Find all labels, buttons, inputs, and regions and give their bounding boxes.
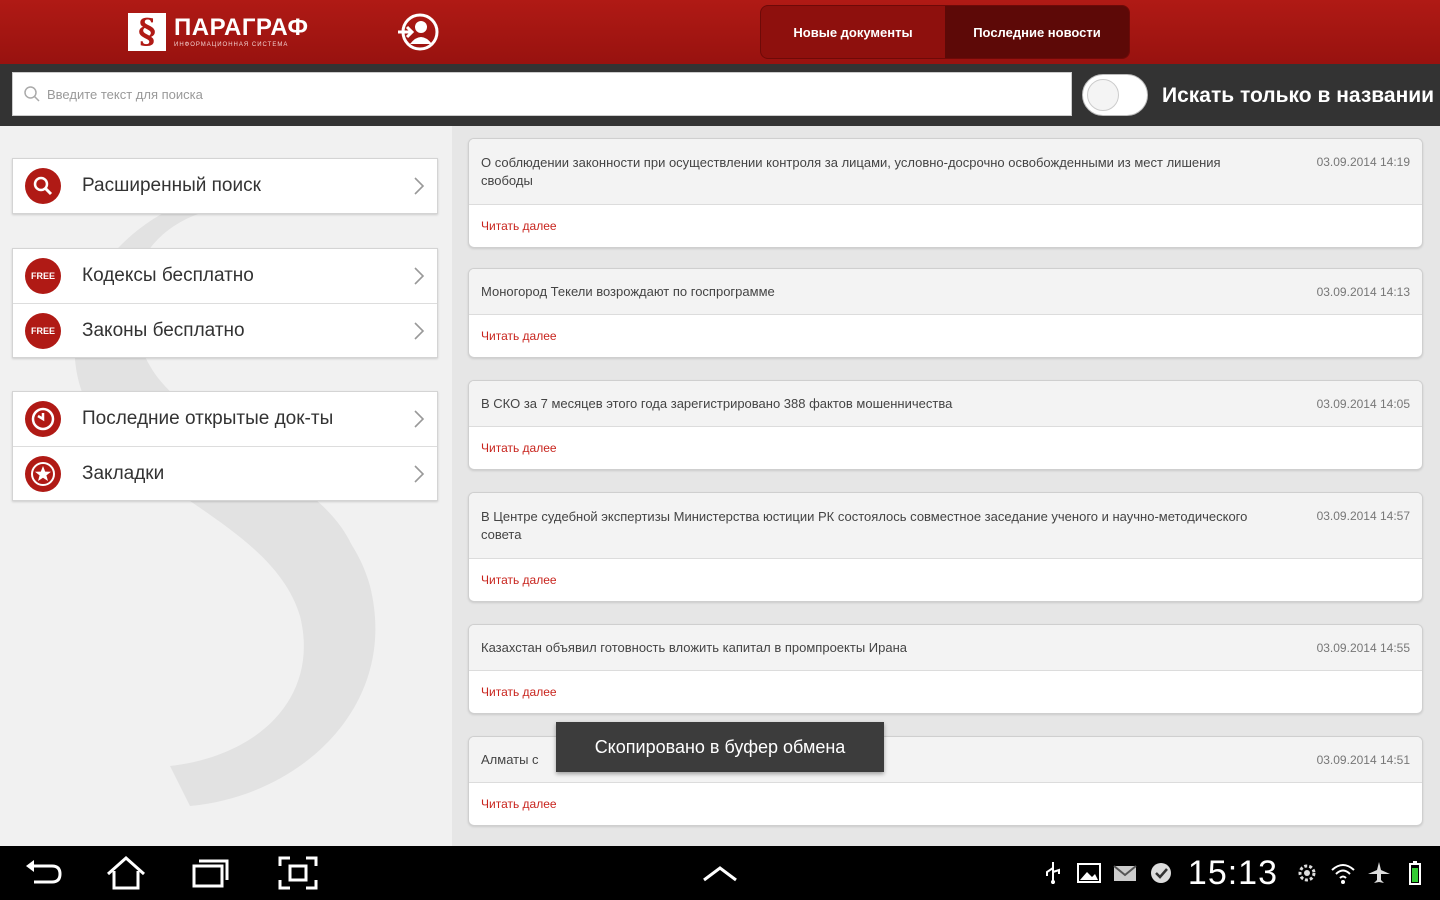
title-only-label: Искать только в названии (1162, 84, 1435, 107)
copied-toast: Скопировано в буфер обмена (556, 722, 884, 772)
logo-title: ПАРАГРАФ (174, 14, 309, 41)
news-title[interactable]: В Центре судебной экспертизы Министерств… (481, 508, 1262, 544)
menu-label-codes-free: Кодексы бесплатно (82, 265, 254, 286)
tab-latest-news[interactable]: Последние новости (945, 6, 1129, 58)
paragraph-logo: § ПАРАГРАФ ИНФОРМАЦИОННАЯ СИСТЕМА (128, 12, 309, 52)
news-title[interactable]: Казахстан объявил готовность вложить кап… (481, 639, 907, 657)
read-more-link[interactable]: Читать далее (469, 427, 1422, 469)
login-user-icon[interactable] (396, 12, 440, 52)
tab-new-documents[interactable]: Новые документы (761, 6, 945, 58)
news-date: 03.09.2014 14:57 (1316, 509, 1410, 523)
home-icon[interactable] (104, 854, 148, 892)
chevron-right-icon (414, 465, 425, 483)
menu-label-bookmarks: Закладки (82, 462, 165, 484)
system-nav-bar: 15:13 (0, 846, 1440, 900)
news-title[interactable]: О соблюдении законности при осуществлени… (481, 154, 1262, 190)
magnifier-icon (25, 168, 61, 204)
news-card[interactable]: В СКО за 7 месяцев этого года зарегистри… (468, 380, 1423, 470)
status-clock: 15:13 (1187, 853, 1278, 892)
section-sign-icon: § (128, 13, 166, 51)
airplane-icon (1368, 862, 1390, 883)
app-header: § ПАРАГРАФ ИНФОРМАЦИОННАЯ СИСТЕМА Новые … (0, 0, 1440, 64)
chat-icon (1150, 863, 1171, 883)
news-card[interactable]: Казахстан объявил готовность вложить кап… (468, 624, 1423, 714)
news-card-header: В Центре судебной экспертизы Министерств… (469, 493, 1422, 559)
battery-icon (1409, 861, 1421, 885)
chevron-right-icon (414, 410, 425, 428)
menu-item-recent-docs[interactable]: Последние открытые док-ты (13, 392, 437, 446)
back-icon[interactable] (22, 854, 66, 892)
news-card-header: Казахстан объявил готовность вложить кап… (469, 625, 1422, 671)
recent-apps-icon[interactable] (188, 854, 232, 892)
chevron-right-icon (414, 322, 425, 340)
menu-item-codes-free[interactable]: FREE Кодексы бесплатно (13, 249, 437, 303)
menu-group-free: FREE Кодексы бесплатно FREE Законы беспл… (12, 248, 438, 358)
read-more-link[interactable]: Читать далее (469, 671, 1422, 713)
menu-label-advanced-search: Расширенный поиск (82, 175, 261, 196)
read-more-link[interactable]: Читать далее (469, 559, 1422, 601)
menu-label-recent-docs: Последние открытые док-ты (82, 408, 334, 429)
news-card[interactable]: О соблюдении законности при осуществлени… (468, 138, 1423, 248)
news-card-header: В СКО за 7 месяцев этого года зарегистри… (469, 381, 1422, 427)
news-card[interactable]: В Центре судебной экспертизы Министерств… (468, 492, 1423, 602)
news-date: 03.09.2014 14:51 (1316, 753, 1410, 767)
mail-icon (1113, 865, 1137, 881)
menu-item-laws-free[interactable]: FREE Законы бесплатно (13, 303, 437, 357)
news-title[interactable]: Алматы с (481, 751, 539, 769)
news-title[interactable]: В СКО за 7 месяцев этого года зарегистри… (481, 395, 952, 413)
menu-item-bookmarks[interactable]: Закладки (13, 446, 437, 500)
image-icon (1076, 863, 1101, 883)
menu-group-history: Последние открытые док-ты Закладки (12, 391, 438, 501)
wifi-icon (1331, 864, 1355, 884)
menu-group-search: Расширенный поиск (12, 158, 438, 214)
screenshot-icon[interactable] (276, 854, 320, 892)
search-field[interactable] (12, 72, 1072, 116)
news-card[interactable]: Моногород Текели возрождают по госпрогра… (468, 268, 1423, 358)
title-only-toggle[interactable] (1082, 74, 1148, 116)
read-more-link[interactable]: Читать далее (469, 315, 1422, 357)
clock-icon (25, 401, 61, 437)
free-badge-icon: FREE (25, 258, 61, 294)
status-area[interactable]: 15:13 (1030, 854, 1428, 892)
news-title[interactable]: Моногород Текели возрождают по госпрогра… (481, 283, 775, 301)
side-menu: Расширенный поиск FREE Кодексы бесплатно… (0, 126, 452, 846)
news-card-header: Моногород Текели возрождают по госпрогра… (469, 269, 1422, 315)
settings-icon (1298, 864, 1316, 882)
news-date: 03.09.2014 14:19 (1316, 155, 1410, 169)
news-date: 03.09.2014 14:55 (1316, 641, 1410, 655)
news-date: 03.09.2014 14:13 (1316, 285, 1410, 299)
chevron-right-icon (414, 177, 425, 195)
logo-subtitle: ИНФОРМАЦИОННАЯ СИСТЕМА (174, 42, 289, 48)
chevron-right-icon (414, 267, 425, 285)
toggle-knob (1087, 79, 1119, 111)
menu-item-advanced-search[interactable]: Расширенный поиск (13, 159, 437, 213)
free-badge-icon: FREE (25, 312, 61, 349)
news-card-header: О соблюдении законности при осуществлени… (469, 139, 1422, 205)
chevron-up-icon[interactable] (698, 854, 742, 892)
search-input[interactable] (47, 86, 1047, 102)
search-icon (24, 86, 40, 102)
menu-label-laws-free: Законы бесплатно (82, 319, 245, 341)
read-more-link[interactable]: Читать далее (469, 205, 1422, 247)
search-bar: Искать только в названии (0, 64, 1440, 126)
read-more-link[interactable]: Читать далее (469, 783, 1422, 825)
usb-icon (1045, 862, 1060, 884)
star-icon (25, 455, 61, 492)
news-date: 03.09.2014 14:05 (1316, 397, 1410, 411)
header-tabs: Новые документы Последние новости (760, 5, 1130, 59)
